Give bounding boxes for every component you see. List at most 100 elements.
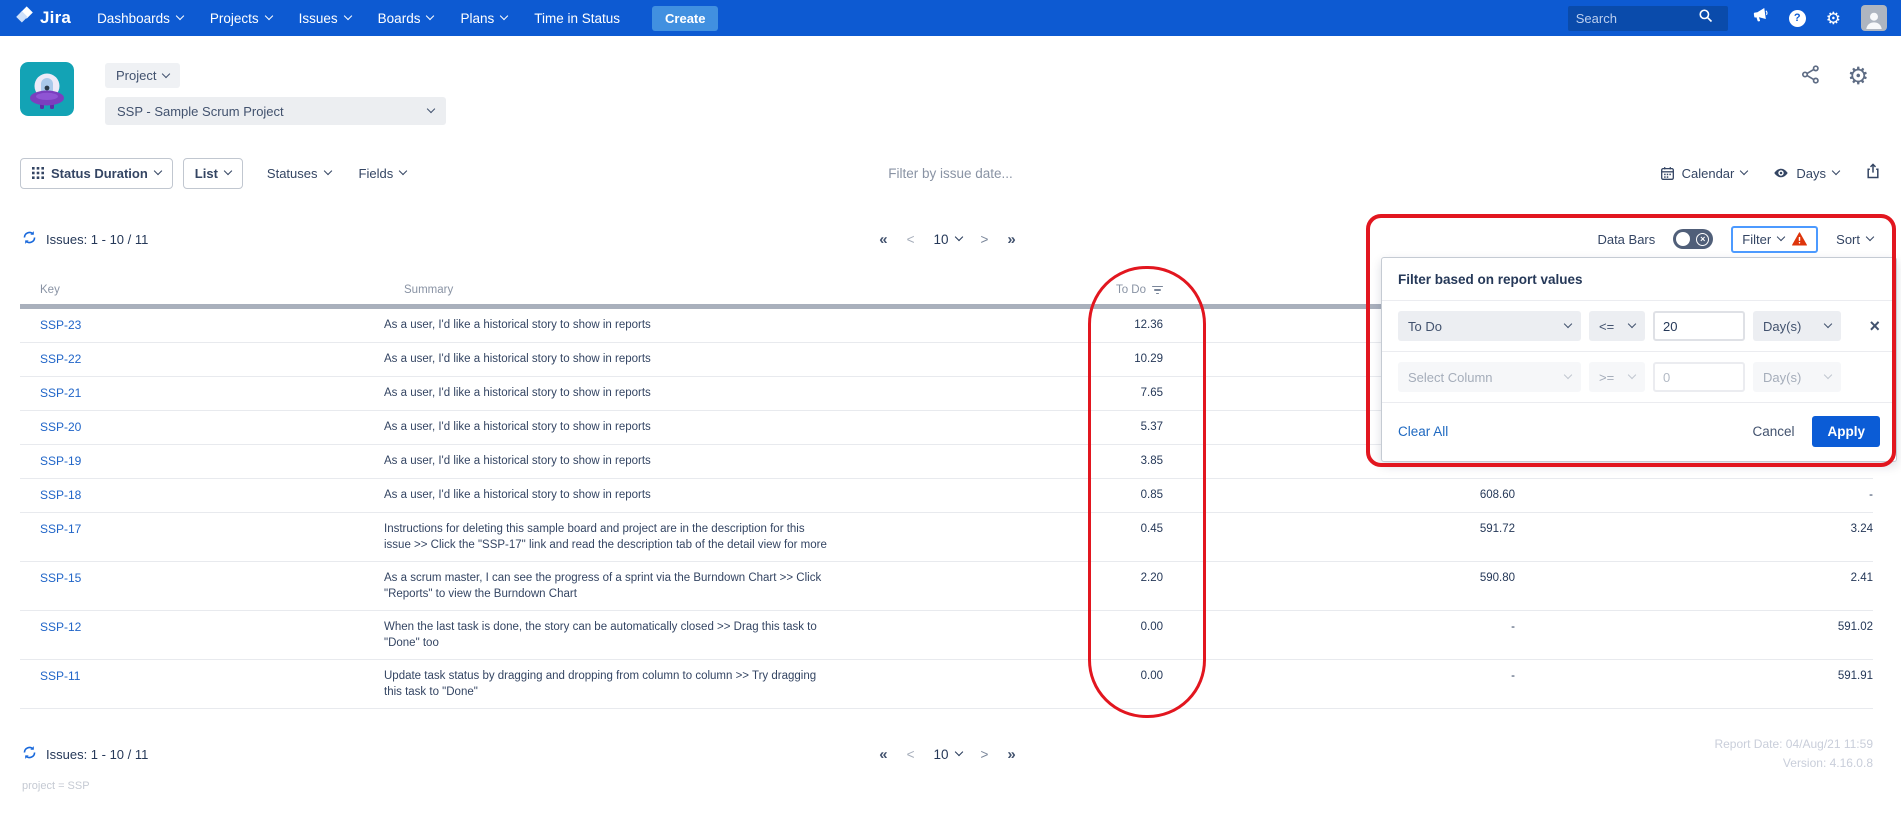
filter-unit-select[interactable]: Day(s) — [1753, 362, 1841, 392]
warning-icon — [1792, 232, 1807, 246]
results-footer-row: Issues: 1 - 10 / 11 « < 10 > » Report Da… — [22, 737, 1873, 771]
data-bars-toggle[interactable]: × — [1673, 229, 1713, 249]
next-page-button[interactable]: > — [981, 747, 989, 762]
units-dropdown[interactable]: Days — [1773, 165, 1839, 181]
nav-item-issues[interactable]: Issues — [299, 11, 351, 26]
report-date: Report Date: 04/Aug/21 11:59 — [1714, 735, 1873, 754]
chevron-down-icon — [323, 167, 331, 175]
chevron-down-icon — [1824, 371, 1832, 379]
apply-button[interactable]: Apply — [1812, 416, 1880, 447]
filter-dropdown-button[interactable]: Filter — [1731, 226, 1818, 253]
nav-item-dashboards[interactable]: Dashboards — [97, 11, 183, 26]
chevron-down-icon — [500, 12, 508, 20]
issue-summary: As a user, I'd like a historical story t… — [384, 411, 904, 445]
nav-item-projects[interactable]: Projects — [210, 11, 272, 26]
todo-value: 0.85 — [904, 479, 1163, 513]
export-icon[interactable] — [1865, 163, 1881, 184]
issue-key-link[interactable]: SSP-21 — [40, 386, 81, 400]
issue-date-filter-placeholder[interactable]: Filter by issue date... — [888, 166, 1013, 181]
prev-page-button[interactable]: < — [907, 747, 915, 762]
fields-dropdown[interactable]: Fields — [359, 166, 407, 181]
column-header-key[interactable]: Key — [20, 278, 384, 307]
issue-summary: As a user, I'd like a historical story t… — [384, 377, 904, 411]
project-select[interactable]: SSP - Sample Scrum Project — [105, 97, 446, 125]
gear-icon[interactable]: ⚙ — [1826, 10, 1841, 27]
grid-icon — [32, 167, 44, 179]
last-page-button[interactable]: » — [1007, 231, 1015, 248]
issue-key-link[interactable]: SSP-15 — [40, 571, 81, 585]
filter-unit-select[interactable]: Day(s) — [1753, 311, 1841, 341]
issue-key-link[interactable]: SSP-17 — [40, 522, 81, 536]
issue-key-link[interactable]: SSP-19 — [40, 454, 81, 468]
filter-operator-select[interactable]: >= — [1589, 362, 1645, 392]
share-icon[interactable] — [1800, 64, 1821, 90]
sort-dropdown[interactable]: Sort — [1836, 232, 1873, 247]
col5-value: 591.91 — [1515, 660, 1873, 709]
first-page-button[interactable]: « — [879, 746, 887, 763]
filter-value-input[interactable] — [1653, 311, 1745, 341]
page-size-select[interactable]: 10 — [933, 232, 961, 247]
todo-value: 5.37 — [904, 411, 1163, 445]
chevron-down-icon — [162, 69, 170, 77]
chevron-down-icon — [1628, 371, 1636, 379]
issue-summary: As a scrum master, I can see the progres… — [384, 562, 904, 611]
project-scope-button[interactable]: Project — [105, 63, 180, 88]
jql-query-label: project = SSP — [22, 780, 90, 792]
next-page-button[interactable]: > — [981, 232, 989, 247]
first-page-button[interactable]: « — [879, 231, 887, 248]
issues-count: Issues: 1 - 10 / 11 — [22, 230, 148, 248]
chevron-down-icon — [399, 167, 407, 175]
search-box[interactable] — [1568, 6, 1728, 31]
filter-panel-footer: Clear All Cancel Apply — [1382, 403, 1896, 461]
chevron-down-icon — [343, 12, 351, 20]
issue-key-link[interactable]: SSP-12 — [40, 620, 81, 634]
jira-logo[interactable]: Jira — [14, 5, 71, 31]
megaphone-icon[interactable] — [1752, 7, 1769, 29]
clear-all-link[interactable]: Clear All — [1398, 424, 1448, 439]
prev-page-button[interactable]: < — [907, 232, 915, 247]
issue-key-link[interactable]: SSP-22 — [40, 352, 81, 366]
col4-value: 608.60 — [1163, 479, 1515, 513]
nav-item-time-in-status[interactable]: Time in Status — [534, 11, 620, 26]
statuses-dropdown[interactable]: Statuses — [267, 166, 331, 181]
chevron-down-icon — [954, 748, 962, 756]
toolbar-right-group: Calendar Days — [1660, 163, 1881, 184]
filter-value-input[interactable] — [1653, 362, 1745, 392]
calendar-dropdown[interactable]: Calendar — [1660, 166, 1748, 181]
search-icon[interactable] — [1698, 8, 1713, 28]
jira-logo-icon — [14, 5, 35, 31]
todo-value: 0.00 — [904, 660, 1163, 709]
cancel-button[interactable]: Cancel — [1752, 424, 1794, 439]
refresh-icon[interactable] — [22, 745, 37, 763]
issue-key-link[interactable]: SSP-11 — [40, 669, 80, 683]
filter-panel-title: Filter based on report values — [1382, 258, 1896, 300]
last-page-button[interactable]: » — [1007, 746, 1015, 763]
issue-summary: As a user, I'd like a historical story t… — [384, 445, 904, 479]
issue-key-link[interactable]: SSP-20 — [40, 420, 81, 434]
filter-column-select[interactable]: To Do — [1398, 311, 1581, 341]
nav-item-plans[interactable]: Plans — [460, 11, 507, 26]
search-input[interactable] — [1576, 11, 1698, 26]
remove-filter-row-icon[interactable]: × — [1869, 317, 1880, 335]
settings-gear-icon[interactable]: ⚙ — [1847, 65, 1869, 89]
refresh-icon[interactable] — [22, 230, 37, 248]
view-mode-button[interactable]: List — [183, 158, 243, 189]
user-avatar[interactable] — [1861, 5, 1887, 31]
filter-operator-select[interactable]: <= — [1589, 311, 1645, 341]
chevron-down-icon — [264, 12, 272, 20]
report-toolbar: Status Duration List Statuses Fields Fil… — [20, 155, 1881, 191]
report-type-button[interactable]: Status Duration — [20, 158, 173, 189]
chevron-down-icon — [154, 167, 162, 175]
nav-item-boards[interactable]: Boards — [378, 11, 434, 26]
issue-summary: As a user, I'd like a historical story t… — [384, 307, 904, 343]
column-header-todo[interactable]: To Do — [904, 278, 1163, 307]
todo-value: 2.20 — [904, 562, 1163, 611]
column-header-summary[interactable]: Summary — [384, 278, 904, 307]
issue-key-link[interactable]: SSP-18 — [40, 488, 81, 502]
help-icon[interactable]: ? — [1789, 10, 1806, 27]
filter-column-select[interactable]: Select Column — [1398, 362, 1581, 392]
create-button[interactable]: Create — [652, 6, 718, 31]
page-size-select[interactable]: 10 — [933, 747, 961, 762]
issue-key-link[interactable]: SSP-23 — [40, 318, 81, 332]
col4-value: - — [1163, 611, 1515, 660]
